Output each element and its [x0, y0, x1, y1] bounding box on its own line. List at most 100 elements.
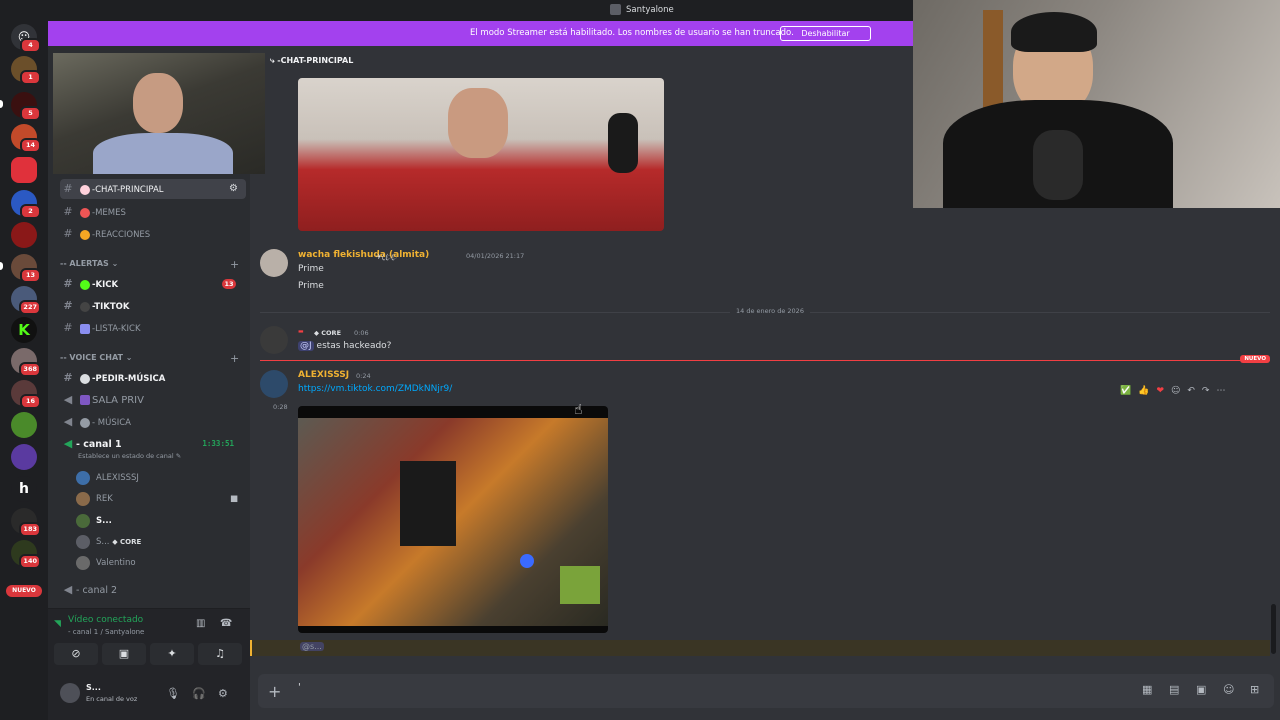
- video-embed[interactable]: [298, 406, 608, 633]
- server-icon[interactable]: 13: [11, 254, 41, 283]
- server-icon[interactable]: [11, 157, 37, 183]
- hash-icon: #: [63, 227, 73, 240]
- disconnect-icon[interactable]: ☎: [220, 618, 232, 629]
- server-icon[interactable]: h: [11, 476, 37, 502]
- channel-emoji-icon: [80, 279, 90, 290]
- new-messages-label: NUEVO: [1240, 355, 1270, 363]
- screen-share-button[interactable]: ▣: [102, 643, 146, 665]
- sticker-icon[interactable]: ▣: [1196, 683, 1206, 696]
- more-options-icon[interactable]: ⋯: [1216, 386, 1225, 396]
- voice-timer: 1:33:51: [202, 439, 234, 448]
- emoji-icon[interactable]: ☺: [1223, 683, 1234, 696]
- gift-icon[interactable]: ▦: [1142, 683, 1152, 696]
- check-reaction-icon[interactable]: ✅: [1120, 386, 1131, 396]
- soundboard-button[interactable]: ♫: [198, 643, 242, 665]
- channel-reacciones[interactable]: # -REACCIONES: [60, 224, 246, 244]
- forward-icon[interactable]: ↷: [1202, 386, 1210, 396]
- apps-icon[interactable]: ⊞: [1250, 683, 1259, 696]
- camera-off-button[interactable]: ⊘: [54, 643, 98, 665]
- server-icon[interactable]: 368: [11, 348, 41, 377]
- voice-user-name: ALEXISSSJ: [96, 473, 139, 483]
- channel-kick[interactable]: # -KICK 13: [60, 274, 246, 294]
- voice-location[interactable]: - canal 1 / Santyalone: [68, 628, 144, 636]
- server-icon[interactable]: 227: [11, 286, 41, 315]
- message-composer[interactable]: + ' ▦ ▤ ▣ ☺ ⊞: [258, 674, 1274, 708]
- avatar: [76, 555, 90, 570]
- new-servers-pill[interactable]: NUEVO: [6, 585, 42, 597]
- tiktok-link[interactable]: https://vm.tiktok.com/ZMDkNNjr9/: [298, 384, 452, 394]
- reply-icon[interactable]: ↶: [1187, 386, 1195, 396]
- kick-server-icon[interactable]: K: [11, 317, 37, 343]
- message-timestamp: 0:06: [354, 329, 369, 337]
- settings-icon[interactable]: ⚙: [229, 179, 238, 199]
- voice-channel-canal-1[interactable]: ◀ - canal 1 1:33:51: [60, 434, 246, 454]
- headphones-icon: [80, 417, 90, 428]
- voice-user[interactable]: Valentino: [76, 553, 136, 573]
- person-figure: [93, 133, 233, 174]
- user-mention[interactable]: @s...: [300, 642, 324, 651]
- category-voice-chat[interactable]: -- VOICE CHAT ⌄ +: [60, 352, 239, 365]
- server-icon[interactable]: 2: [11, 190, 41, 219]
- server-icon[interactable]: 16: [11, 380, 41, 409]
- server-icon[interactable]: 5: [11, 92, 41, 121]
- discord-home-icon[interactable]: ☺ 4: [11, 24, 41, 53]
- voice-user[interactable]: REK ■: [76, 489, 238, 509]
- message-author[interactable]: ALEXISSSJ: [298, 370, 349, 380]
- server-icon[interactable]: 14: [11, 124, 41, 153]
- message-author[interactable]: ▬: [298, 328, 304, 335]
- user-mention[interactable]: @J: [298, 341, 314, 351]
- avatar[interactable]: [260, 326, 288, 354]
- server-icon[interactable]: [11, 444, 37, 470]
- voice-user[interactable]: S... ◆ CORE: [76, 532, 141, 552]
- chat-scrollbar[interactable]: [1271, 604, 1276, 654]
- reply-preview[interactable]: @s...: [250, 640, 1270, 656]
- attach-plus-icon[interactable]: +: [268, 682, 281, 701]
- channel-pedir-musica[interactable]: # -PEDIR-MÚSICA: [60, 368, 246, 388]
- server-icon[interactable]: [11, 412, 37, 438]
- server-icon[interactable]: 183: [11, 508, 41, 537]
- activities-button[interactable]: ✦: [150, 643, 194, 665]
- channel-label: - MÚSICA: [92, 418, 131, 428]
- voice-channel-sala-priv[interactable]: ◀ SALA PRIV: [60, 390, 246, 410]
- channel-lista-kick[interactable]: # -LISTA-KICK: [60, 318, 246, 338]
- server-icon[interactable]: [11, 222, 37, 248]
- current-user-status: En canal de voz: [86, 695, 138, 703]
- add-reaction-icon[interactable]: ☺: [1171, 386, 1180, 396]
- avatar[interactable]: [60, 683, 80, 703]
- voice-channel-musica[interactable]: ◀ - MÚSICA: [60, 412, 246, 432]
- microphone-icon[interactable]: 🎙: [166, 687, 180, 700]
- message-author[interactable]: wacha flekishuda (almita): [298, 250, 429, 260]
- category-alertas[interactable]: -- ALERTAS ⌄ +: [60, 258, 239, 271]
- user-settings-icon[interactable]: ⚙: [218, 687, 228, 700]
- server-badge: 183: [19, 522, 41, 537]
- disable-streamer-button[interactable]: Deshabilitar: [780, 26, 871, 41]
- channel-memes[interactable]: # -MEMES: [60, 202, 246, 222]
- gif-icon[interactable]: ▤: [1169, 683, 1179, 696]
- add-channel-icon[interactable]: +: [230, 352, 239, 365]
- server-badge: 1: [20, 70, 41, 85]
- voice-channel-canal-2[interactable]: ◀ - canal 2: [60, 580, 246, 600]
- avatar[interactable]: [260, 370, 288, 398]
- image-attachment[interactable]: [298, 78, 664, 231]
- channel-status-prompt[interactable]: Establece un estado de canal ✎: [78, 452, 181, 460]
- date-divider: 14 de enero de 2026: [260, 307, 1270, 315]
- server-badge: 13: [20, 268, 41, 283]
- add-channel-icon[interactable]: +: [230, 258, 239, 271]
- video-shape: [400, 461, 456, 546]
- server-icon[interactable]: 140: [11, 540, 41, 569]
- voice-user[interactable]: ALEXISSSJ: [76, 468, 139, 488]
- noise-suppression-icon[interactable]: ▥: [196, 618, 205, 629]
- server-badge: 16: [20, 394, 41, 409]
- server-icon[interactable]: 1: [11, 56, 41, 85]
- thumbs-up-reaction-icon[interactable]: 👍: [1138, 386, 1149, 396]
- voice-user[interactable]: S...: [76, 511, 112, 531]
- current-user-name[interactable]: S...: [86, 683, 101, 692]
- message-timestamp: 0:24: [356, 372, 371, 380]
- heart-reaction-icon[interactable]: ❤: [1156, 386, 1164, 396]
- headphones-icon[interactable]: 🎧: [192, 687, 206, 700]
- voice-status[interactable]: Vídeo conectado: [68, 615, 143, 625]
- unread-badge: 13: [222, 279, 236, 289]
- channel-tiktok[interactable]: # -TIKTOK: [60, 296, 246, 316]
- avatar[interactable]: [260, 249, 288, 277]
- channel-chat-principal[interactable]: # -CHAT-PRINCIPAL ⚙: [60, 179, 246, 199]
